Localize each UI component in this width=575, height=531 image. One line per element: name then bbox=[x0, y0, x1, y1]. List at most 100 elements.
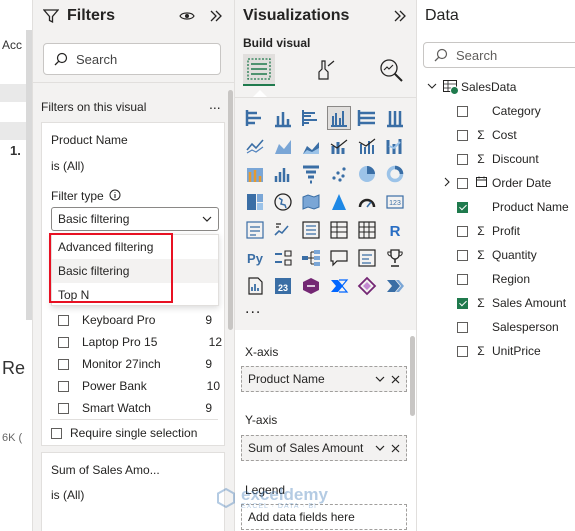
list-item[interactable]: Smart Watch 9 bbox=[58, 401, 218, 415]
filters-scrollbar[interactable] bbox=[228, 90, 233, 330]
field-item[interactable]: Σ Cost bbox=[443, 128, 517, 142]
stacked-bar-chart-icon[interactable] bbox=[243, 106, 267, 130]
chevron-right-icon[interactable] bbox=[443, 176, 457, 190]
more-visuals-button[interactable]: ... bbox=[245, 300, 261, 318]
filter-type-dropdown[interactable]: Basic filtering bbox=[51, 207, 219, 231]
info-icon[interactable] bbox=[109, 189, 121, 201]
area-chart-icon[interactable] bbox=[271, 134, 295, 158]
list-item[interactable]: Power Bank 10 bbox=[58, 379, 220, 393]
python-visual-icon[interactable]: Py bbox=[243, 246, 267, 270]
funnel-column-icon[interactable] bbox=[271, 162, 295, 186]
clustered-column-chart-icon[interactable] bbox=[327, 106, 351, 130]
checkbox[interactable] bbox=[58, 336, 69, 348]
filter-card-sum-sales-amount[interactable]: Sum of Sales Amo... is (All) bbox=[41, 452, 225, 531]
filled-map-icon[interactable] bbox=[299, 190, 323, 214]
100-stacked-column-chart-icon[interactable] bbox=[383, 106, 407, 130]
table-node-salesdata[interactable]: SalesData bbox=[427, 80, 516, 95]
power-apps-diamond-icon[interactable] bbox=[355, 274, 379, 298]
waterfall-chart-icon[interactable] bbox=[243, 162, 267, 186]
field-checkbox[interactable] bbox=[457, 153, 468, 165]
paginated-report-icon[interactable] bbox=[243, 274, 267, 298]
stacked-area-chart-icon[interactable] bbox=[299, 134, 323, 158]
tab-format-visual[interactable] bbox=[309, 54, 341, 86]
field-item[interactable]: Region bbox=[443, 272, 530, 286]
funnel-chart-icon[interactable] bbox=[299, 162, 323, 186]
goals-trophy-icon[interactable] bbox=[383, 246, 407, 270]
field-checkbox[interactable] bbox=[457, 129, 468, 141]
line-and-column-chart-icon[interactable] bbox=[327, 134, 351, 158]
field-item[interactable]: Category bbox=[443, 104, 541, 118]
field-checkbox[interactable] bbox=[457, 345, 468, 357]
gauge-icon[interactable] bbox=[355, 190, 379, 214]
eye-icon[interactable] bbox=[179, 10, 195, 22]
xaxis-field-well[interactable]: Product Name bbox=[241, 366, 407, 392]
close-icon[interactable] bbox=[391, 444, 400, 453]
treemap-icon[interactable] bbox=[243, 190, 267, 214]
data-search-input[interactable]: Search bbox=[423, 42, 575, 68]
checkbox[interactable] bbox=[58, 402, 69, 414]
matrix-icon[interactable] bbox=[355, 218, 379, 242]
power-automate-icon[interactable] bbox=[327, 274, 351, 298]
power-apps-icon[interactable] bbox=[299, 274, 323, 298]
100-stacked-bar-chart-icon[interactable] bbox=[355, 106, 379, 130]
field-item[interactable]: Σ Sales Amount bbox=[443, 296, 566, 310]
ribbon-chart-icon[interactable] bbox=[383, 134, 407, 158]
chevron-down-icon[interactable] bbox=[375, 445, 385, 451]
line-and-clustered-column-icon[interactable] bbox=[355, 134, 379, 158]
field-checkbox[interactable] bbox=[457, 273, 468, 285]
require-single-selection-toggle[interactable]: Require single selection bbox=[51, 426, 197, 440]
tab-analytics[interactable] bbox=[375, 54, 407, 86]
field-item[interactable]: Σ UnitPrice bbox=[443, 344, 541, 358]
field-item[interactable]: Order Date bbox=[443, 176, 551, 190]
field-item[interactable]: Σ Quantity bbox=[443, 248, 537, 262]
field-checkbox[interactable] bbox=[457, 177, 468, 189]
chevron-flow-icon[interactable] bbox=[383, 274, 407, 298]
field-checkbox[interactable] bbox=[457, 105, 468, 117]
multi-row-card-icon[interactable] bbox=[243, 218, 267, 242]
field-item[interactable]: Salesperson bbox=[443, 320, 559, 334]
field-item[interactable]: Product Name bbox=[443, 200, 569, 214]
collapse-pane-icon[interactable] bbox=[393, 10, 407, 22]
scatter-chart-icon[interactable] bbox=[327, 162, 351, 186]
field-checkbox[interactable] bbox=[457, 201, 468, 213]
list-item[interactable]: Monitor 27inch 9 bbox=[58, 357, 218, 371]
tab-build-visual[interactable] bbox=[243, 54, 275, 86]
decomposition-tree-icon[interactable] bbox=[299, 246, 323, 270]
field-checkbox[interactable] bbox=[457, 225, 468, 237]
checkbox[interactable] bbox=[51, 427, 62, 439]
collapse-pane-icon[interactable] bbox=[209, 10, 223, 22]
stacked-column-chart-icon[interactable] bbox=[271, 106, 295, 130]
checkbox[interactable] bbox=[58, 314, 69, 326]
field-item[interactable]: Σ Profit bbox=[443, 224, 520, 238]
chevron-down-icon[interactable] bbox=[427, 83, 437, 91]
report-canvas[interactable]: Acc 1. Re 6K ( bbox=[0, 0, 32, 531]
table-icon[interactable] bbox=[327, 218, 351, 242]
checkbox[interactable] bbox=[58, 380, 69, 392]
kpi-icon[interactable] bbox=[271, 218, 295, 242]
field-checkbox[interactable] bbox=[457, 297, 468, 309]
key-influencers-icon[interactable] bbox=[271, 246, 295, 270]
list-item[interactable]: Keyboard Pro 9 bbox=[58, 313, 218, 327]
field-item[interactable]: Σ Discount bbox=[443, 152, 539, 166]
field-checkbox[interactable] bbox=[457, 321, 468, 333]
arcgis-map-icon[interactable]: 23 bbox=[271, 274, 295, 298]
map-icon[interactable] bbox=[271, 190, 295, 214]
viz-scrollbar[interactable] bbox=[410, 336, 415, 416]
r-script-visual-icon[interactable]: R bbox=[383, 218, 407, 242]
chevron-down-icon[interactable] bbox=[375, 376, 385, 382]
close-icon[interactable] bbox=[391, 375, 400, 384]
card-icon[interactable]: 123 bbox=[383, 190, 407, 214]
smart-narrative-icon[interactable] bbox=[355, 246, 379, 270]
pie-chart-icon[interactable] bbox=[355, 162, 379, 186]
slicer-icon[interactable] bbox=[299, 218, 323, 242]
field-checkbox[interactable] bbox=[457, 249, 468, 261]
list-item[interactable]: Laptop Pro 15 12 bbox=[58, 335, 222, 349]
checkbox[interactable] bbox=[58, 358, 69, 370]
donut-chart-icon[interactable] bbox=[383, 162, 407, 186]
yaxis-field-well[interactable]: Sum of Sales Amount bbox=[241, 435, 407, 461]
clustered-bar-chart-icon[interactable] bbox=[299, 106, 323, 130]
filters-search-input[interactable]: Search bbox=[43, 43, 221, 75]
qa-visual-icon[interactable] bbox=[327, 246, 351, 270]
azure-map-icon[interactable] bbox=[327, 190, 351, 214]
line-chart-icon[interactable] bbox=[243, 134, 267, 158]
